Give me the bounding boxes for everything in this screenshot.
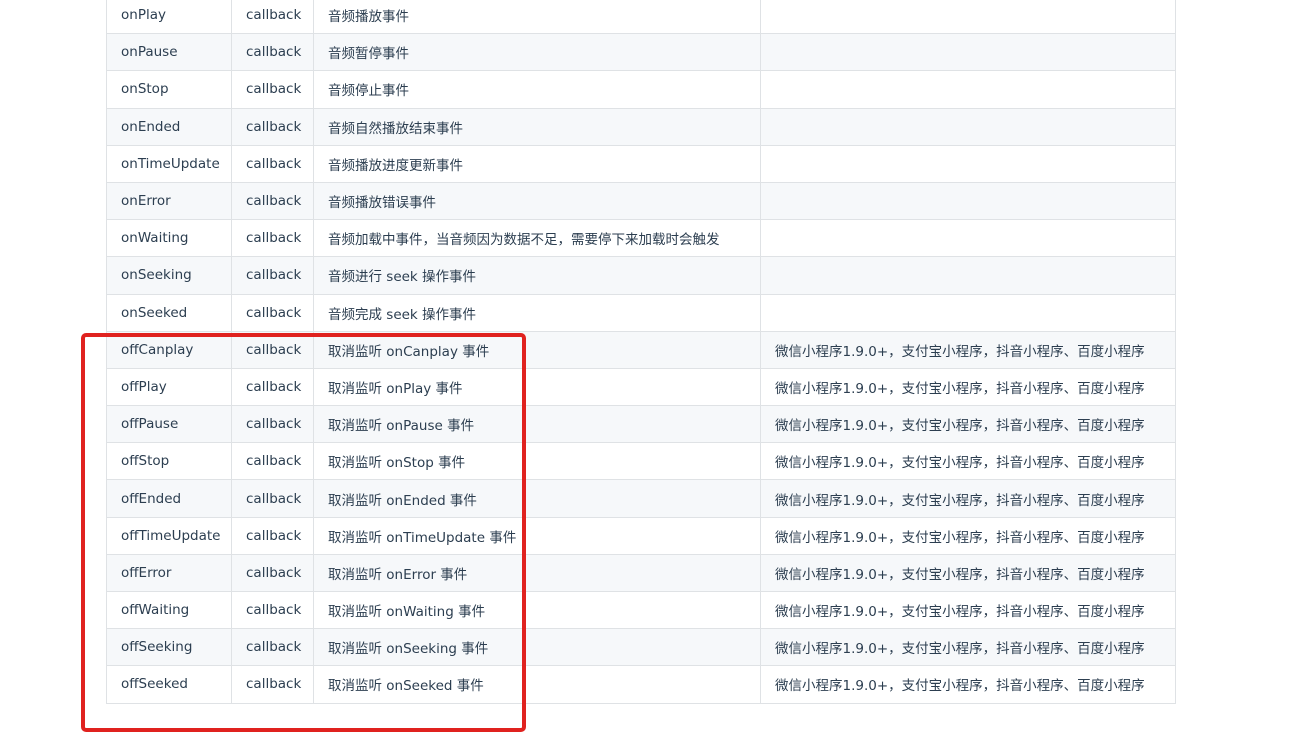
table-row: offPause callback 取消监听 onPause 事件 微信小程序1.9.… (106, 405, 1176, 444)
compatibility-cell: 微信小程序1.9.0+，支付宝小程序，抖音小程序、百度小程序 (760, 628, 1176, 667)
table-row: offTimeUpdate callback 取消监听 onTimeUpdate 事… (106, 516, 1176, 555)
param-type-cell: callback (231, 219, 314, 258)
compatibility-cell (760, 256, 1176, 295)
table-row: onTimeUpdate callback 音频播放进度更新事件 (106, 144, 1176, 183)
compatibility-cell: 微信小程序1.9.0+，支付宝小程序，抖音小程序、百度小程序 (760, 442, 1176, 481)
param-type-cell: callback (231, 293, 314, 332)
method-name-cell: onSeeking (106, 256, 232, 295)
page: onPlay callback 音频播放事件 onPause callback 音频暂停事… (0, 0, 1308, 745)
method-name-cell: offWaiting (106, 590, 232, 630)
method-name-cell: onEnded (106, 107, 232, 146)
method-name-cell: offCanplay (106, 330, 232, 369)
param-type-cell: callback (231, 665, 314, 704)
description-cell: 取消监听 onTimeUpdate 事件 (313, 516, 761, 555)
description-cell: 音频自然播放结束事件 (313, 107, 761, 146)
description-cell: 取消监听 onStop 事件 (313, 442, 761, 481)
method-name-cell: onTimeUpdate (106, 144, 232, 183)
compatibility-cell: 微信小程序1.9.0+，支付宝小程序，抖音小程序、百度小程序 (760, 367, 1176, 407)
api-table: onPlay callback 音频播放事件 onPause callback 音频暂停事… (106, 0, 1176, 704)
compatibility-cell (760, 70, 1176, 109)
description-cell: 音频播放事件 (313, 0, 761, 35)
table-row: offEnded callback 取消监听 onEnded 事件 微信小程序1.9.… (106, 479, 1176, 518)
description-cell: 音频停止事件 (313, 70, 761, 109)
description-cell: 音频播放进度更新事件 (313, 144, 761, 183)
param-type-cell: callback (231, 590, 314, 630)
param-type-cell: callback (231, 0, 314, 35)
compatibility-cell: 微信小程序1.9.0+，支付宝小程序，抖音小程序、百度小程序 (760, 590, 1176, 630)
method-name-cell: onStop (106, 70, 232, 109)
compatibility-cell (760, 33, 1176, 72)
compatibility-cell: 微信小程序1.9.0+，支付宝小程序，抖音小程序、百度小程序 (760, 479, 1176, 518)
param-type-cell: callback (231, 70, 314, 109)
method-name-cell: onError (106, 181, 232, 221)
method-name-cell: offPause (106, 405, 232, 444)
param-type-cell: callback (231, 442, 314, 481)
method-name-cell: offTimeUpdate (106, 516, 232, 555)
api-table-body: onPlay callback 音频播放事件 onPause callback 音频暂停事… (106, 0, 1176, 704)
description-cell: 取消监听 onWaiting 事件 (313, 590, 761, 630)
table-row: onStop callback 音频停止事件 (106, 70, 1176, 109)
compatibility-cell (760, 144, 1176, 183)
description-cell: 取消监听 onSeeked 事件 (313, 665, 761, 704)
param-type-cell: callback (231, 405, 314, 444)
description-cell: 取消监听 onPause 事件 (313, 405, 761, 444)
table-row: offSeeked callback 取消监听 onSeeked 事件 微信小程序1.… (106, 665, 1176, 704)
param-type-cell: callback (231, 628, 314, 667)
param-type-cell: callback (231, 479, 314, 518)
table-row: offSeeking callback 取消监听 onSeeking 事件 微信小程序… (106, 628, 1176, 667)
param-type-cell: callback (231, 107, 314, 146)
param-type-cell: callback (231, 367, 314, 407)
compatibility-cell (760, 181, 1176, 221)
method-name-cell: onWaiting (106, 219, 232, 258)
compatibility-cell: 微信小程序1.9.0+，支付宝小程序，抖音小程序、百度小程序 (760, 665, 1176, 704)
method-name-cell: offSeeking (106, 628, 232, 667)
method-name-cell: onPlay (106, 0, 232, 35)
description-cell: 取消监听 onCanplay 事件 (313, 330, 761, 369)
table-row: onSeeked callback 音频完成 seek 操作事件 (106, 293, 1176, 332)
method-name-cell: offError (106, 553, 232, 593)
compatibility-cell (760, 107, 1176, 146)
table-row: offStop callback 取消监听 onStop 事件 微信小程序1.9.0+… (106, 442, 1176, 481)
method-name-cell: offEnded (106, 479, 232, 518)
description-cell: 取消监听 onError 事件 (313, 553, 761, 593)
compatibility-cell: 微信小程序1.9.0+，支付宝小程序，抖音小程序、百度小程序 (760, 405, 1176, 444)
table-row: offCanplay callback 取消监听 onCanplay 事件 微信小程序… (106, 330, 1176, 369)
param-type-cell: callback (231, 181, 314, 221)
description-cell: 音频完成 seek 操作事件 (313, 293, 761, 332)
description-cell: 音频加载中事件，当音频因为数据不足，需要停下来加载时会触发 (313, 219, 761, 258)
compatibility-cell (760, 0, 1176, 35)
param-type-cell: callback (231, 256, 314, 295)
table-row: offError callback 取消监听 onError 事件 微信小程序1.9.… (106, 553, 1176, 593)
compatibility-cell: 微信小程序1.9.0+，支付宝小程序，抖音小程序、百度小程序 (760, 553, 1176, 593)
param-type-cell: callback (231, 553, 314, 593)
method-name-cell: offStop (106, 442, 232, 481)
compatibility-cell (760, 219, 1176, 258)
table-row: offPlay callback 取消监听 onPlay 事件 微信小程序1.9.0+… (106, 367, 1176, 407)
param-type-cell: callback (231, 144, 314, 183)
table-row: onError callback 音频播放错误事件 (106, 181, 1176, 221)
param-type-cell: callback (231, 33, 314, 72)
param-type-cell: callback (231, 516, 314, 555)
compatibility-cell: 微信小程序1.9.0+，支付宝小程序，抖音小程序、百度小程序 (760, 516, 1176, 555)
table-row: onPause callback 音频暂停事件 (106, 33, 1176, 72)
description-cell: 音频进行 seek 操作事件 (313, 256, 761, 295)
table-row: offWaiting callback 取消监听 onWaiting 事件 微信小程序… (106, 590, 1176, 630)
description-cell: 取消监听 onSeeking 事件 (313, 628, 761, 667)
method-name-cell: onSeeked (106, 293, 232, 332)
table-row: onSeeking callback 音频进行 seek 操作事件 (106, 256, 1176, 295)
method-name-cell: onPause (106, 33, 232, 72)
compatibility-cell: 微信小程序1.9.0+，支付宝小程序，抖音小程序、百度小程序 (760, 330, 1176, 369)
table-row: onWaiting callback 音频加载中事件，当音频因为数据不足，需要停下来… (106, 219, 1176, 258)
method-name-cell: offSeeked (106, 665, 232, 704)
description-cell: 音频播放错误事件 (313, 181, 761, 221)
method-name-cell: offPlay (106, 367, 232, 407)
param-type-cell: callback (231, 330, 314, 369)
table-row: onPlay callback 音频播放事件 (106, 0, 1176, 35)
compatibility-cell (760, 293, 1176, 332)
description-cell: 取消监听 onPlay 事件 (313, 367, 761, 407)
description-cell: 取消监听 onEnded 事件 (313, 479, 761, 518)
table-row: onEnded callback 音频自然播放结束事件 (106, 107, 1176, 146)
description-cell: 音频暂停事件 (313, 33, 761, 72)
